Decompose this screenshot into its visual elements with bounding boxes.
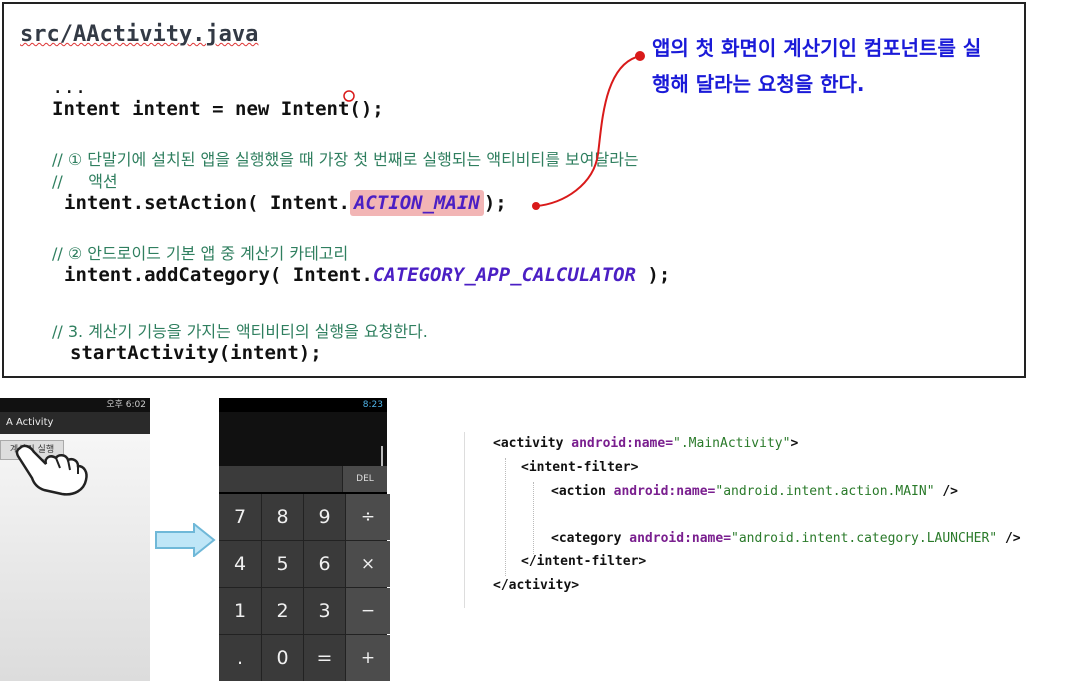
xml-activity-open: <activity android:name=".MainActivity"> — [493, 436, 799, 451]
code-panel: src/AActivity.java ... Intent intent = n… — [2, 2, 1026, 378]
calculator-display — [219, 412, 387, 468]
xml-intent-filter-close: </intent-filter> — [521, 554, 647, 569]
key-7[interactable]: 7 — [219, 494, 261, 540]
xml-intent-filter-open: <intent-filter> — [521, 460, 639, 475]
pointing-hand-icon — [15, 444, 88, 496]
key-2[interactable]: 2 — [262, 588, 303, 634]
key-1[interactable]: 1 — [219, 588, 261, 634]
xml-action-main: <action android:name="android.intent.act… — [551, 484, 959, 499]
phone-screenshot-a-activity: 오후 6:02 A Activity 계산기 실행 — [0, 398, 150, 681]
connector-arrow-icon — [343, 51, 645, 210]
key-9[interactable]: 9 — [304, 494, 345, 540]
display-cursor — [381, 446, 383, 468]
delete-button[interactable]: DEL — [342, 466, 387, 492]
key-minus[interactable]: − — [346, 588, 390, 634]
calculator-screenshot: 8:23 DEL 7 8 9 ÷ 4 5 6 × 1 2 3 − . 0 = + — [219, 398, 390, 681]
key-multiply[interactable]: × — [346, 541, 390, 587]
phone-title-bar: A Activity — [0, 412, 150, 434]
calculator-del-row: DEL — [219, 466, 387, 492]
key-8[interactable]: 8 — [262, 494, 303, 540]
xml-activity-close: </activity> — [493, 578, 580, 593]
key-5[interactable]: 5 — [262, 541, 303, 587]
calculator-status-bar: 8:23 — [219, 398, 387, 412]
manifest-xml-snippet: <activity android:name=".MainActivity"> … — [464, 432, 1071, 608]
calculator-keypad: 7 8 9 ÷ 4 5 6 × 1 2 3 − . 0 = + — [219, 494, 390, 681]
right-arrow-icon — [155, 523, 216, 557]
key-0[interactable]: 0 — [262, 635, 303, 681]
xml-category-launcher: <category android:name="android.intent.c… — [551, 531, 1021, 546]
key-equals[interactable]: = — [304, 635, 345, 681]
key-4[interactable]: 4 — [219, 541, 261, 587]
key-3[interactable]: 3 — [304, 588, 345, 634]
cursor-marker-icon — [343, 90, 355, 102]
phone-status-bar: 오후 6:02 — [0, 398, 150, 412]
key-plus[interactable]: + — [346, 635, 390, 681]
key-divide[interactable]: ÷ — [346, 494, 390, 540]
key-decimal[interactable]: . — [219, 635, 261, 681]
key-6[interactable]: 6 — [304, 541, 345, 587]
